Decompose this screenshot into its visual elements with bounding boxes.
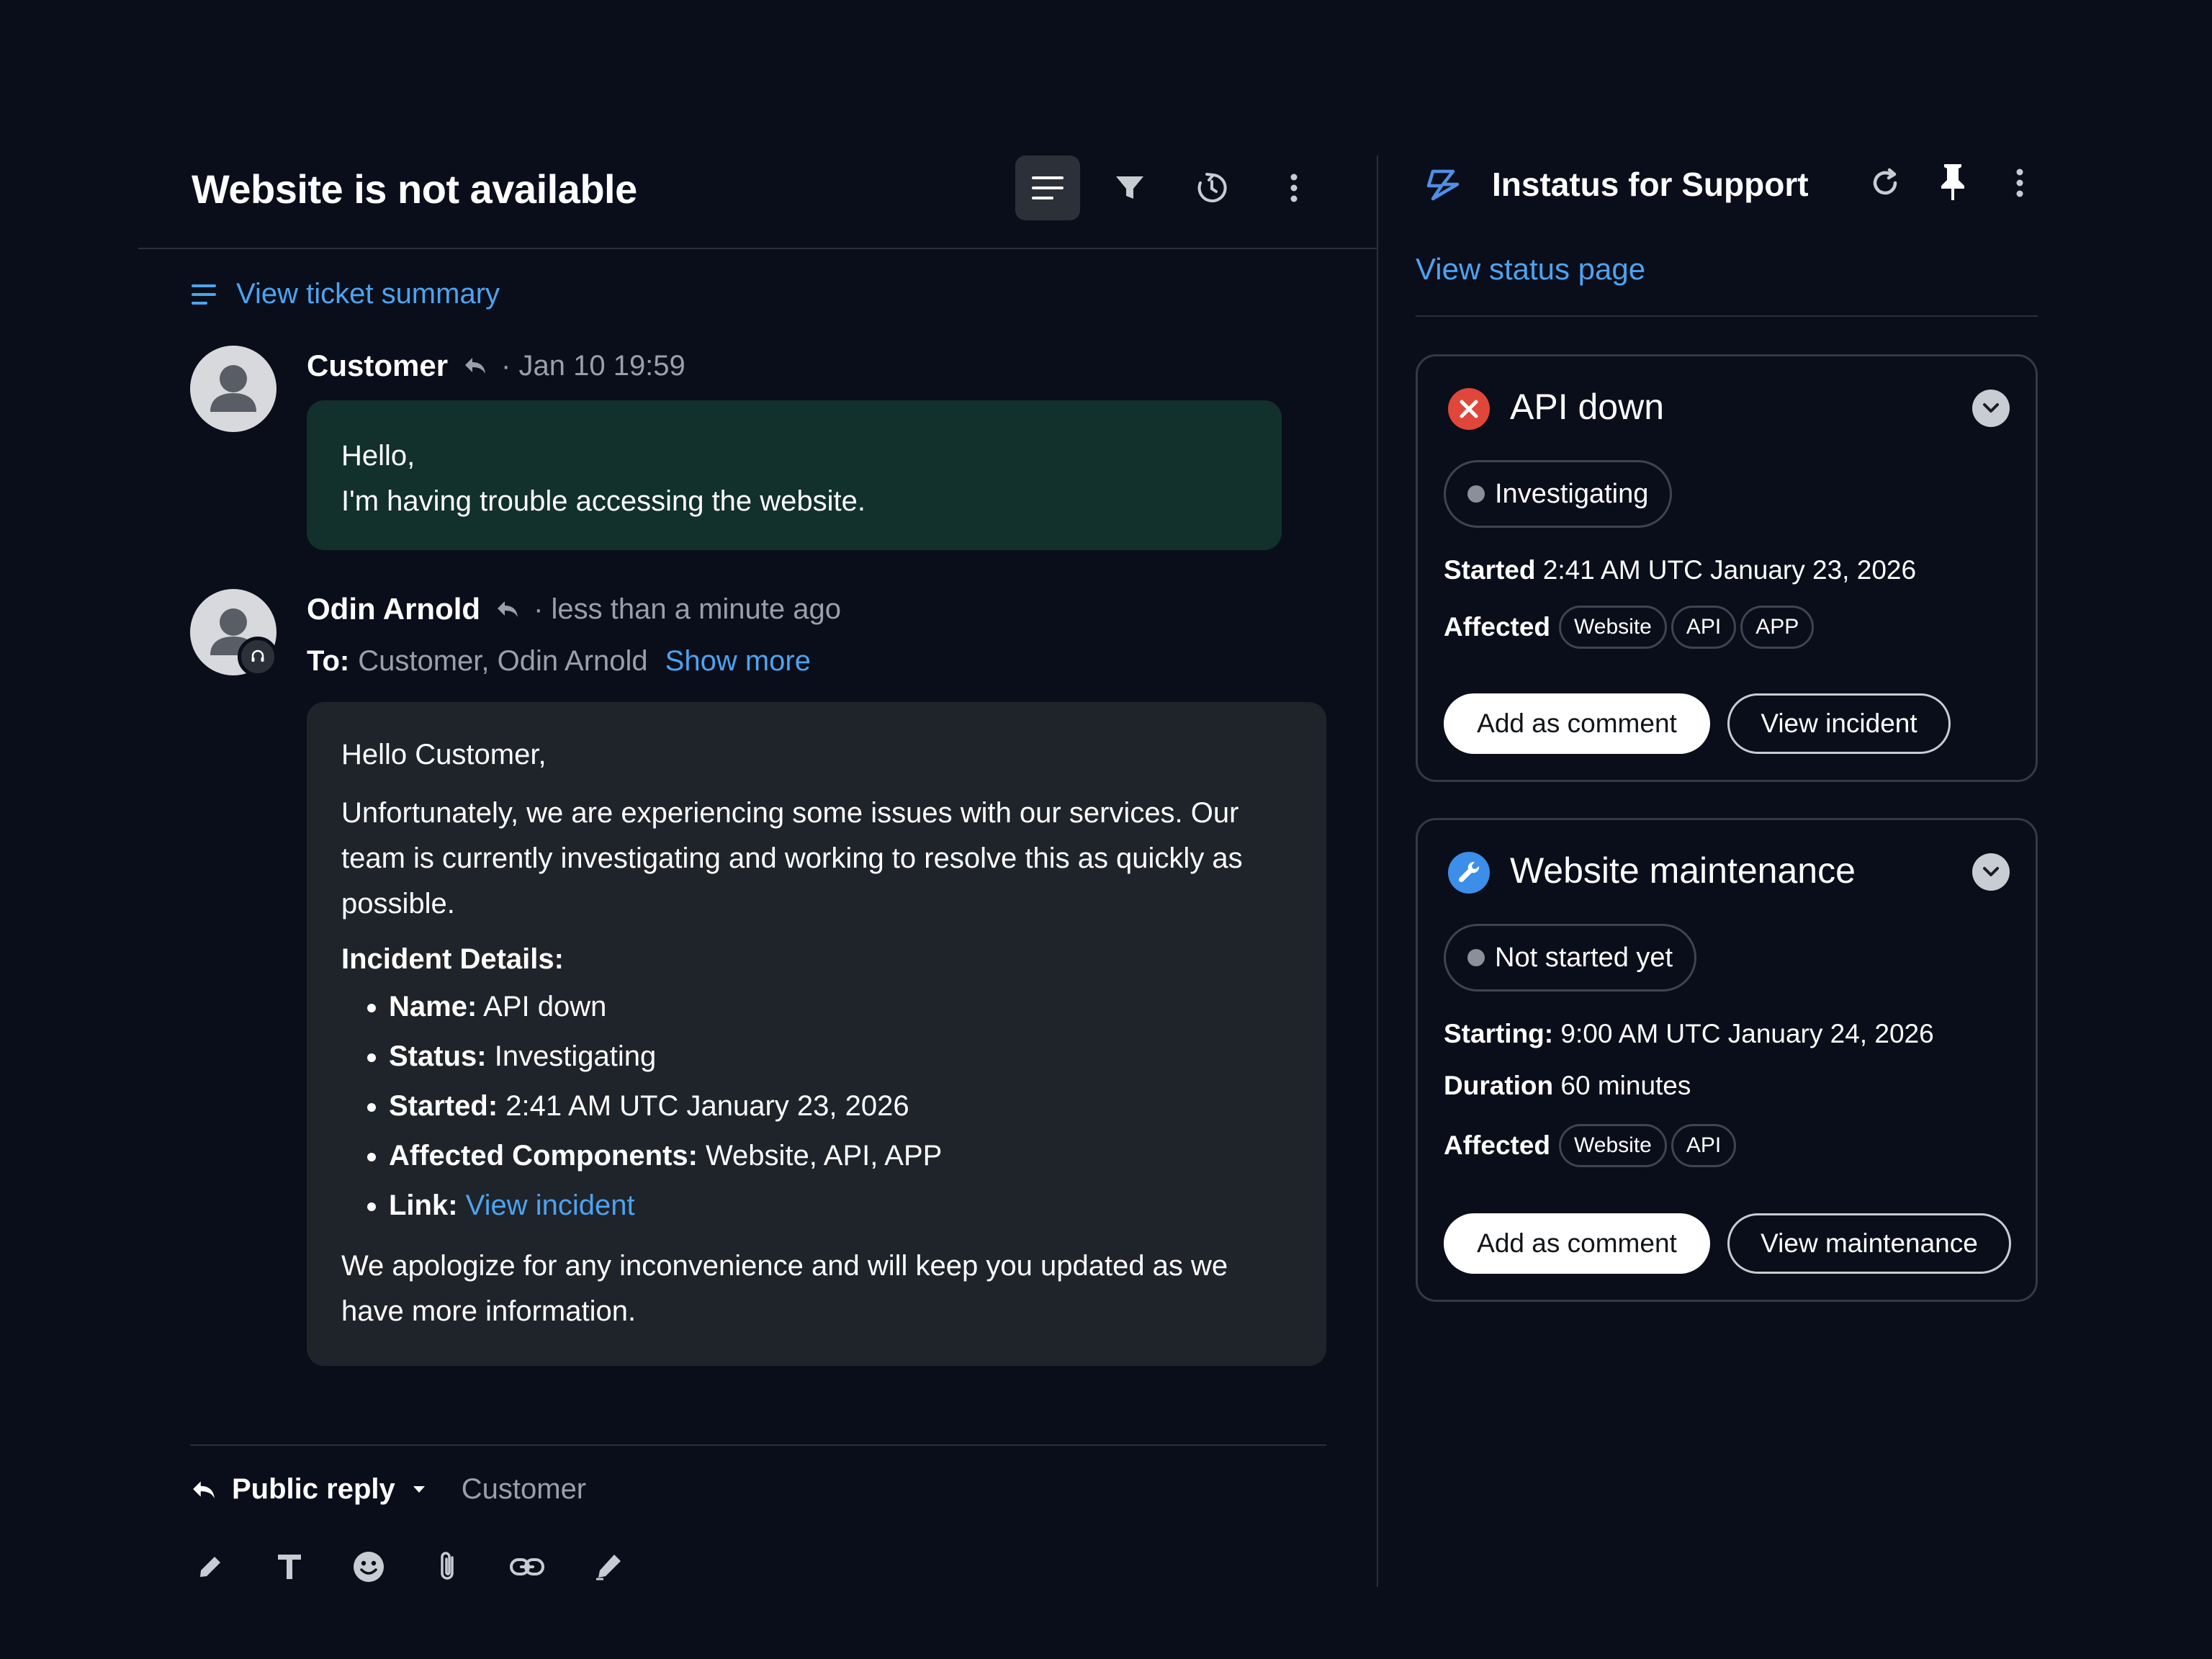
message-timestamp: · less than a minute ago xyxy=(534,593,841,625)
maintenance-starting: Starting: 9:00 AM UTC January 24, 2026 xyxy=(1444,1019,1934,1048)
summary-lines-icon xyxy=(192,284,216,305)
view-status-page-link[interactable]: View status page xyxy=(1416,252,1645,287)
agent-message-bubble: Hello Customer, Unfortunately, we are ex… xyxy=(307,702,1326,1366)
agent-message-header: Odin Arnold · less than a minute ago xyxy=(307,588,841,631)
status-dot-icon xyxy=(1467,485,1485,503)
attachment-icon[interactable] xyxy=(426,1545,469,1588)
pencil-icon[interactable] xyxy=(189,1545,232,1588)
view-maintenance-button[interactable]: View maintenance xyxy=(1727,1213,2011,1274)
conversation-view-icon xyxy=(1032,175,1064,201)
more-vertical-icon xyxy=(1290,174,1298,202)
component-tag: APP xyxy=(1740,606,1815,649)
customer-message-header: Customer · Jan 10 19:59 xyxy=(307,344,685,387)
component-tag: API xyxy=(1671,1124,1737,1167)
refresh-icon[interactable] xyxy=(1868,166,1902,200)
list-item: Affected Components: Website, API, APP xyxy=(389,1131,1292,1181)
incident-started: Started 2:41 AM UTC January 23, 2026 xyxy=(1444,555,1917,585)
incident-card: API down Investigating Started 2:41 AM U… xyxy=(1416,354,2038,782)
ticket-title: Website is not available xyxy=(192,166,637,212)
filter-button[interactable] xyxy=(1097,156,1162,220)
maintenance-duration: Duration 60 minutes xyxy=(1444,1071,1691,1100)
header-divider xyxy=(138,248,1378,249)
view-ticket-summary-link[interactable]: View ticket summary xyxy=(192,278,500,310)
add-as-comment-button[interactable]: Add as comment xyxy=(1444,1213,1710,1274)
headset-icon xyxy=(250,649,266,665)
message-author: Customer xyxy=(307,349,449,382)
customer-avatar xyxy=(190,346,276,432)
emoji-icon[interactable] xyxy=(347,1545,390,1588)
history-icon xyxy=(1195,171,1228,204)
reply-mode-dropdown[interactable]: Public reply xyxy=(232,1473,395,1506)
reply-arrow-icon xyxy=(464,356,487,375)
list-item: Link: View incident xyxy=(389,1181,1292,1231)
person-icon xyxy=(210,365,256,412)
component-tag: Website xyxy=(1559,1124,1667,1167)
reply-arrow-icon xyxy=(192,1480,216,1500)
link-icon[interactable] xyxy=(505,1545,549,1588)
list-item: Status: Investigating xyxy=(389,1032,1292,1082)
recipients-value: Customer, Odin Arnold xyxy=(358,644,648,677)
error-icon xyxy=(1448,388,1490,430)
list-item: Name: API down xyxy=(389,982,1292,1032)
incident-title: API down xyxy=(1510,387,1665,427)
chevron-down-icon[interactable] xyxy=(1972,390,2010,427)
chevron-down-icon[interactable] xyxy=(413,1485,426,1494)
view-ticket-summary-label: View ticket summary xyxy=(236,278,500,310)
view-incident-button[interactable]: View incident xyxy=(1727,693,1951,754)
show-more-link[interactable]: Show more xyxy=(665,645,811,678)
chevron-down-icon[interactable] xyxy=(1972,853,2010,891)
customer-message-bubble: Hello, I'm having trouble accessing the … xyxy=(307,400,1282,550)
incident-affected: Affected Website API APP xyxy=(1444,606,1818,649)
composer-divider xyxy=(190,1444,1326,1446)
message-greeting: Hello Customer, xyxy=(341,739,547,770)
instatus-logo-icon xyxy=(1423,166,1463,203)
wrench-icon xyxy=(1448,852,1490,894)
message-line: I'm having trouble accessing the website… xyxy=(341,485,866,517)
message-closing: We apologize for any inconvenience and w… xyxy=(341,1250,1228,1327)
component-tag: Website xyxy=(1559,606,1667,649)
conversation-view-button[interactable] xyxy=(1015,156,1080,220)
agent-badge xyxy=(238,637,278,677)
pane-divider xyxy=(1377,156,1378,1587)
reply-mode-row: Public reply Customer xyxy=(192,1473,586,1506)
add-as-comment-button[interactable]: Add as comment xyxy=(1444,693,1710,754)
text-format-icon[interactable] xyxy=(268,1545,311,1588)
message-author: Odin Arnold xyxy=(307,592,481,626)
message-recipients: To: Customer, Odin Arnold Show more xyxy=(307,639,811,683)
incident-details-list: Name: API down Status: Investigating Sta… xyxy=(341,982,1292,1231)
status-label: Not started yet xyxy=(1495,942,1673,973)
recipients-label: To: xyxy=(307,644,350,677)
status-badge: Not started yet xyxy=(1444,924,1697,992)
message-paragraph: Unfortunately, we are experiencing some … xyxy=(341,797,1243,920)
history-button[interactable] xyxy=(1179,156,1244,220)
status-dot-icon xyxy=(1467,949,1485,966)
list-item: Started: 2:41 AM UTC January 23, 2026 xyxy=(389,1082,1292,1131)
pin-icon[interactable] xyxy=(1938,161,1967,202)
panel-more-icon[interactable] xyxy=(2016,168,2023,197)
signature-icon[interactable] xyxy=(588,1545,631,1588)
maintenance-card: Website maintenance Not started yet Star… xyxy=(1416,818,2038,1302)
maintenance-affected: Affected Website API xyxy=(1444,1124,1740,1167)
incident-details-heading: Incident Details: xyxy=(341,943,564,975)
panel-divider xyxy=(1416,315,2038,317)
component-tag: API xyxy=(1671,606,1737,649)
message-line: Hello, xyxy=(341,440,415,472)
view-incident-link[interactable]: View incident xyxy=(466,1190,635,1221)
status-label: Investigating xyxy=(1495,478,1649,509)
message-timestamp: · Jan 10 19:59 xyxy=(501,349,685,382)
reply-arrow-icon xyxy=(496,600,519,619)
panel-title: Instatus for Support xyxy=(1492,166,1809,203)
maintenance-title: Website maintenance xyxy=(1510,850,1856,891)
filter-icon xyxy=(1115,174,1145,202)
ticket-more-button[interactable] xyxy=(1262,156,1326,220)
status-badge: Investigating xyxy=(1444,460,1673,528)
reply-recipient[interactable]: Customer xyxy=(462,1473,586,1506)
